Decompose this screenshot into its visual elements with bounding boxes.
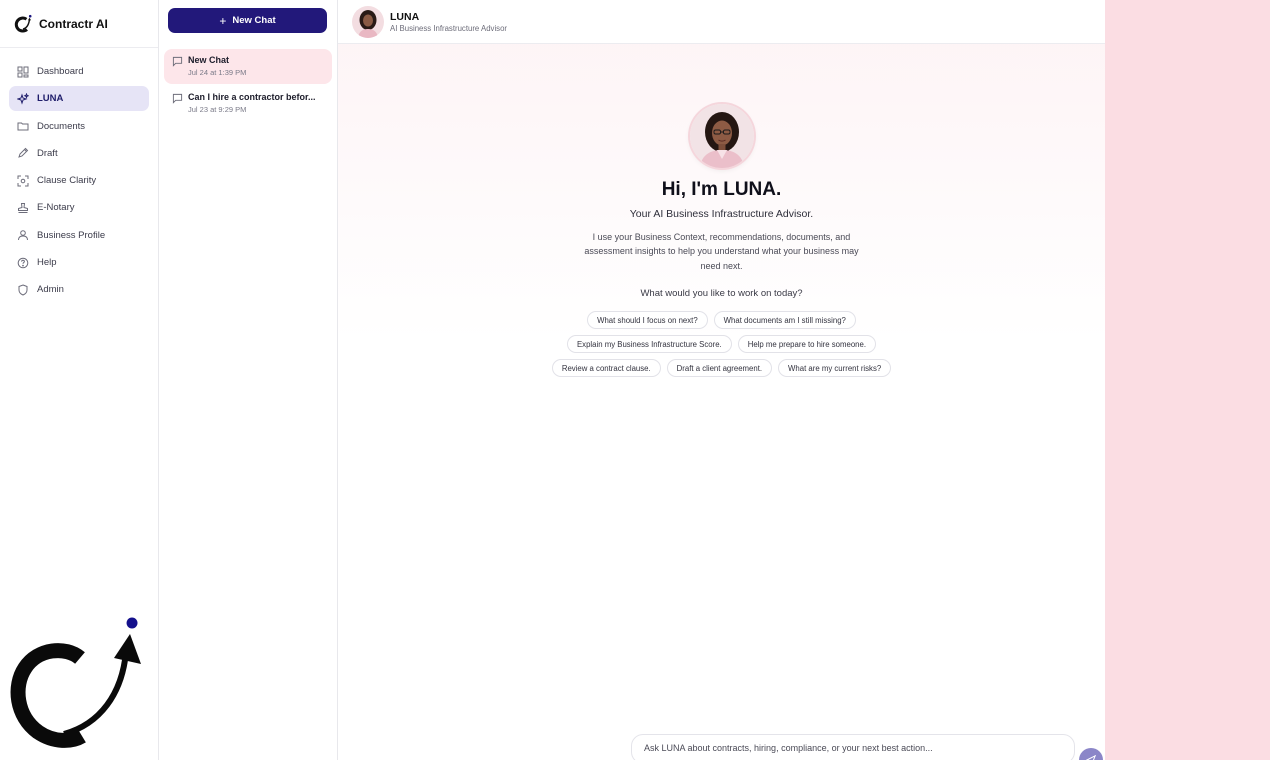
suggestion-chip[interactable]: Draft a client agreement. (666, 359, 773, 377)
contractr-large-logo-icon (10, 617, 141, 748)
chip-row: Review a contract clause. Draft a client… (338, 359, 1105, 377)
nav-item-documents[interactable]: Documents (9, 114, 149, 139)
chat-title: New Chat (188, 55, 230, 65)
right-panel (1105, 0, 1270, 760)
chat-history-panel: + New Chat New Chat Jul 24 at 1:39 PM Ca… (159, 0, 338, 760)
suggestion-chip[interactable]: What are my current risks? (778, 359, 892, 377)
grid-icon (17, 66, 29, 78)
new-chat-label: New Chat (232, 15, 276, 26)
chat-main: LUNA AI Business Infrastructure Advisor … (338, 0, 1105, 760)
nav-item-dashboard[interactable]: Dashboard (9, 59, 149, 84)
nav-label: Business Profile (37, 229, 106, 241)
sparkle-icon (17, 92, 29, 105)
nav-label: Dashboard (37, 66, 84, 77)
nav-label: LUNA (37, 93, 64, 105)
nav-label: Draft (37, 147, 58, 159)
nav-item-draft[interactable]: Draft (9, 141, 149, 166)
nav-item-luna[interactable]: LUNA (9, 86, 149, 112)
chat-history-item[interactable]: New Chat Jul 24 at 1:39 PM (164, 49, 332, 84)
chip-row: What should I focus on next? What docume… (338, 311, 1105, 329)
hero-subtitle: Your AI Business Infrastructure Advisor. (629, 208, 814, 220)
chip-row: Explain my Business Infrastructure Score… (338, 335, 1105, 353)
suggestion-chip[interactable]: Help me prepare to hire someone. (737, 335, 877, 353)
nav-item-admin[interactable]: Admin (9, 277, 149, 302)
suggestion-chip[interactable]: Review a contract clause. (551, 359, 661, 377)
nav-label: Admin (37, 284, 64, 296)
welcome-hero: Hi, I'm LUNA. Your AI Business Infrastru… (338, 104, 1105, 377)
brand[interactable]: Contractr AI (0, 0, 158, 48)
luna-avatar (352, 5, 384, 38)
user-icon (17, 229, 29, 241)
assistant-name: LUNA (390, 10, 420, 23)
scan-icon (17, 175, 29, 187)
chat-header: LUNA AI Business Infrastructure Advisor (338, 0, 1105, 44)
new-chat-button[interactable]: + New Chat (168, 8, 327, 33)
brand-name: Contractr AI (39, 16, 108, 31)
sidebar: Contractr AI Dashboard LUNA Documents Dr… (0, 0, 159, 760)
nav-label: E-Notary (37, 202, 75, 214)
hero-title: Hi, I'm LUNA. (661, 179, 782, 200)
chat-title: Can I hire a contractor befor... (188, 92, 316, 102)
stamp-icon (17, 202, 29, 214)
hero-prompt: What would you like to work on today? (640, 288, 803, 299)
suggestion-chips: What should I focus on next? What docume… (338, 311, 1105, 383)
main-nav: Dashboard LUNA Documents Draft Clause Cl… (0, 48, 158, 302)
plus-icon: + (219, 13, 227, 28)
suggestion-chip[interactable]: What should I focus on next? (587, 311, 708, 329)
suggestion-chip[interactable]: Explain my Business Infrastructure Score… (566, 335, 732, 353)
suggestion-chip[interactable]: What documents am I still missing? (713, 311, 856, 329)
nav-item-clause-clarity[interactable]: Clause Clarity (9, 168, 149, 193)
message-input[interactable] (644, 743, 1064, 753)
folder-icon (17, 120, 29, 132)
message-icon (172, 93, 183, 104)
nav-item-help[interactable]: Help (9, 250, 149, 275)
message-composer (631, 734, 1075, 760)
contractr-logo-icon (14, 14, 32, 33)
chat-date: Jul 24 at 1:39 PM (188, 68, 247, 77)
chat-date: Jul 23 at 9:29 PM (188, 105, 247, 114)
shield-icon (17, 284, 29, 296)
send-icon (1086, 755, 1096, 760)
nav-label: Help (37, 257, 57, 269)
message-icon (172, 56, 183, 67)
send-button[interactable] (1079, 748, 1103, 760)
nav-item-e-notary[interactable]: E-Notary (9, 195, 149, 220)
help-circle-icon (17, 257, 29, 269)
nav-label: Documents (37, 120, 86, 132)
nav-item-business-profile[interactable]: Business Profile (9, 223, 149, 248)
luna-avatar-large (689, 104, 754, 168)
hero-description: I use your Business Context, recommendat… (584, 232, 859, 271)
nav-label: Clause Clarity (37, 175, 97, 187)
pen-icon (17, 147, 29, 159)
chat-history-item[interactable]: Can I hire a contractor befor... Jul 23 … (164, 86, 332, 121)
assistant-subtitle: AI Business Infrastructure Advisor (390, 23, 508, 33)
